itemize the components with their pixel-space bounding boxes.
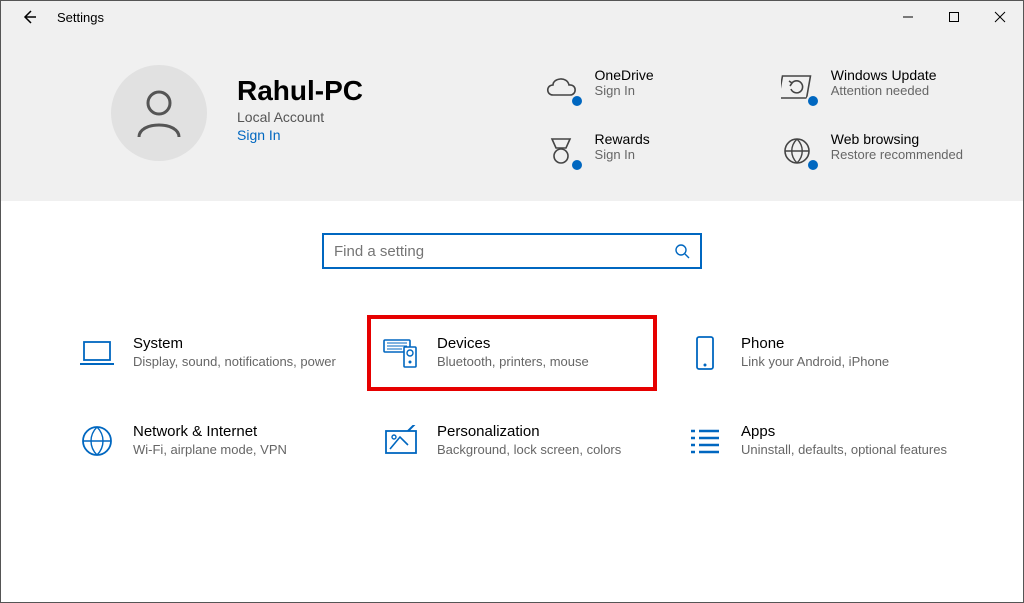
card-sub: Restore recommended — [831, 147, 963, 162]
user-info: Rahul-PC Local Account Sign In — [237, 75, 363, 143]
account-type: Local Account — [237, 109, 363, 125]
search-box[interactable] — [322, 233, 702, 269]
person-icon — [129, 83, 189, 143]
category-phone[interactable]: Phone Link your Android, iPhone — [679, 329, 953, 377]
quick-cards: OneDrive Sign In Windows Update Attentio… — [541, 67, 963, 171]
window-title: Settings — [57, 10, 104, 25]
avatar[interactable] — [111, 65, 207, 161]
card-sub: Attention needed — [831, 83, 937, 98]
titlebar: Settings — [1, 1, 1023, 33]
card-title: Rewards — [595, 131, 650, 147]
minimize-icon — [902, 11, 914, 23]
rewards-card[interactable]: Rewards Sign In — [541, 131, 727, 171]
card-title: OneDrive — [595, 67, 654, 83]
minimize-button[interactable] — [885, 1, 931, 33]
category-sub: Uninstall, defaults, optional features — [741, 442, 947, 457]
card-sub: Sign In — [595, 83, 654, 98]
globe-icon — [80, 424, 114, 458]
category-title: Phone — [741, 335, 889, 352]
card-title: Windows Update — [831, 67, 937, 83]
category-personalization[interactable]: Personalization Background, lock screen,… — [375, 417, 649, 465]
user-name: Rahul-PC — [237, 75, 363, 107]
card-title: Web browsing — [831, 131, 963, 147]
status-dot — [806, 94, 820, 108]
window-controls — [885, 1, 1023, 33]
laptop-icon — [78, 338, 116, 368]
status-dot — [570, 158, 584, 172]
web-browsing-card[interactable]: Web browsing Restore recommended — [777, 131, 963, 171]
category-sub: Display, sound, notifications, power — [133, 354, 336, 369]
category-sub: Bluetooth, printers, mouse — [437, 354, 589, 369]
paint-icon — [382, 425, 420, 457]
maximize-button[interactable] — [931, 1, 977, 33]
user-header: Rahul-PC Local Account Sign In OneDrive … — [1, 33, 1023, 201]
arrow-left-icon — [20, 8, 38, 26]
search-input[interactable] — [334, 243, 674, 260]
close-icon — [994, 11, 1006, 23]
apps-list-icon — [687, 426, 723, 456]
category-grid: System Display, sound, notifications, po… — [1, 269, 1023, 465]
category-apps[interactable]: Apps Uninstall, defaults, optional featu… — [679, 417, 953, 465]
maximize-icon — [948, 11, 960, 23]
card-sub: Sign In — [595, 147, 650, 162]
category-system[interactable]: System Display, sound, notifications, po… — [71, 329, 345, 377]
close-button[interactable] — [977, 1, 1023, 33]
category-network[interactable]: Network & Internet Wi-Fi, airplane mode,… — [71, 417, 345, 465]
phone-icon — [692, 335, 718, 371]
devices-icon — [382, 337, 420, 369]
category-title: System — [133, 335, 336, 352]
category-sub: Link your Android, iPhone — [741, 354, 889, 369]
category-title: Apps — [741, 423, 947, 440]
status-dot — [570, 94, 584, 108]
search-wrap — [1, 233, 1023, 269]
category-title: Network & Internet — [133, 423, 287, 440]
search-icon — [674, 243, 690, 259]
windows-update-card[interactable]: Windows Update Attention needed — [777, 67, 963, 107]
signin-link[interactable]: Sign In — [237, 127, 363, 143]
category-sub: Background, lock screen, colors — [437, 442, 621, 457]
category-sub: Wi-Fi, airplane mode, VPN — [133, 442, 287, 457]
back-button[interactable] — [9, 1, 49, 33]
category-title: Personalization — [437, 423, 621, 440]
status-dot — [806, 158, 820, 172]
onedrive-card[interactable]: OneDrive Sign In — [541, 67, 727, 107]
category-title: Devices — [437, 335, 589, 352]
category-devices[interactable]: Devices Bluetooth, printers, mouse — [367, 315, 657, 391]
